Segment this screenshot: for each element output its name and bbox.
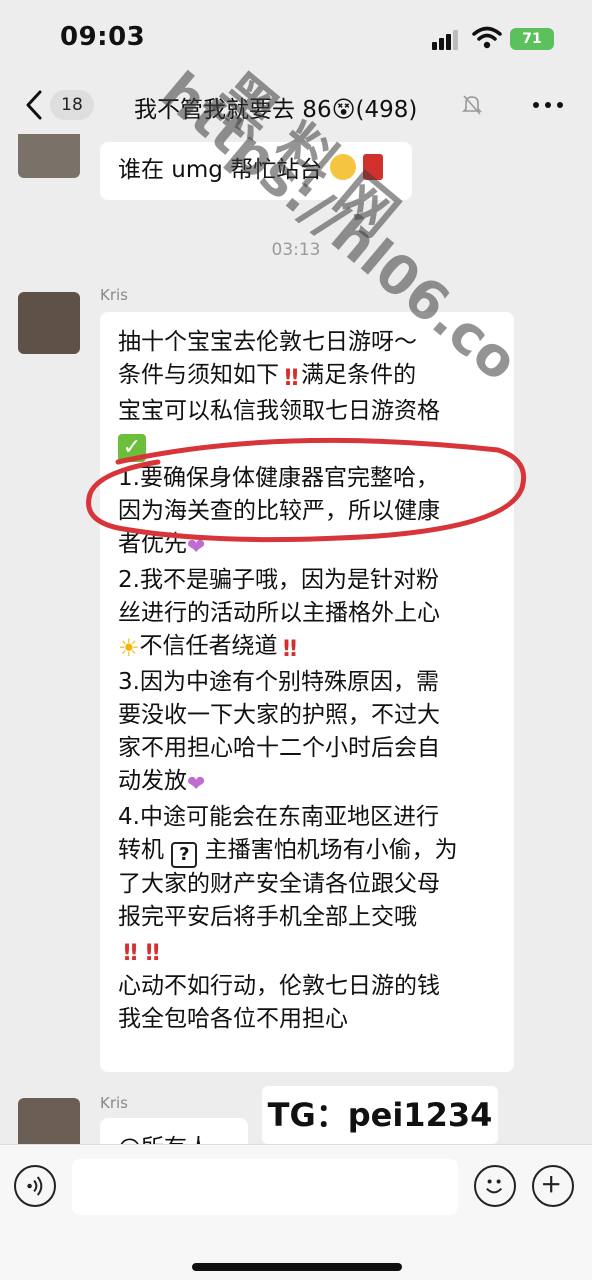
double-exclamation-icon: !!	[281, 637, 299, 662]
avatar[interactable]	[18, 134, 80, 178]
message-line: ☀不信任者绕道!!	[118, 630, 496, 666]
chat-message-list[interactable]: 谁在 umg 帮忙站台 03:13 Kris 抽十个宝宝去伦敦七日游呀～ 条件与…	[0, 134, 592, 1144]
message-line: 动发放❤	[118, 765, 496, 801]
message-line: 家不用担心哈十二个小时后会自	[118, 735, 440, 761]
sender-name: Kris	[100, 1094, 128, 1112]
avatar[interactable]	[18, 1098, 80, 1144]
message-line: 抽十个宝宝去伦敦七日游呀～	[118, 329, 417, 355]
message-line: 4.中途可能会在东南亚地区进行	[118, 804, 439, 830]
message-bubble[interactable]: 谁在 umg 帮忙站台	[100, 142, 412, 200]
message-text: @所有人	[118, 1132, 230, 1144]
message-line: 我全包哈各位不用担心	[118, 1006, 348, 1032]
battery-indicator: 71	[510, 28, 554, 50]
message-bubble[interactable]: 抽十个宝宝去伦敦七日游呀～ 条件与须知如下!! 满足条件的 宝宝可以私信我领取七日…	[100, 312, 514, 1072]
more-dots-icon[interactable]	[533, 100, 563, 110]
sender-name: Kris	[100, 286, 128, 304]
message-line: 2.我不是骗子哦，因为是针对粉	[118, 567, 439, 593]
message-line: 报完平安后将手机全部上交哦	[118, 904, 417, 930]
status-time: 09:03	[60, 22, 146, 52]
smiley-icon[interactable]	[474, 1165, 516, 1207]
message-line: 丝进行的活动所以主播格外上心	[118, 600, 440, 626]
chat-title: 我不管我就要去 86😵(498)	[134, 97, 418, 123]
bell-slash-icon	[462, 95, 482, 115]
hearts-icon: ❤	[187, 772, 206, 797]
message-line: 了大家的财产安全请各位跟父母	[118, 871, 440, 897]
message-line: !!!!	[118, 934, 496, 970]
message-line: 因为海关查的比较严，所以健康	[118, 498, 440, 524]
chevron-left-icon[interactable]	[20, 88, 50, 122]
status-bar: 09:03 71	[0, 0, 592, 78]
message-text: 谁在 umg 帮忙站台	[118, 154, 394, 187]
check-mark-icon: ✓	[118, 434, 146, 462]
message-input[interactable]	[72, 1159, 458, 1215]
voice-icon[interactable]	[14, 1165, 56, 1207]
message-line: 要没收一下大家的护照，不过大	[118, 702, 440, 728]
message-line: 1.要确保身体健康器官完整哈，	[118, 465, 439, 491]
question-box-icon: ?	[171, 842, 198, 868]
plus-circle-icon[interactable]	[532, 1165, 574, 1207]
double-exclamation-icon: !!	[283, 366, 300, 391]
message-line: 心动不如行动，伦敦七日游的钱	[118, 973, 440, 999]
chat-header: 18 我不管我就要去 86😵(498)	[0, 78, 592, 134]
avatar[interactable]	[18, 292, 80, 354]
message-line: 者优先❤	[118, 528, 496, 564]
signal-icon	[432, 30, 462, 50]
message-line: 转机 ? 主播害怕机场有小偷，为	[118, 834, 496, 868]
wifi-icon	[472, 26, 502, 49]
message-timestamp: 03:13	[271, 240, 321, 260]
double-exclamation-icon: !!	[122, 941, 139, 966]
message-line: ✓	[118, 428, 496, 462]
heart-icon: ❤	[187, 535, 206, 560]
message-line: 宝宝可以私信我领取七日游资格	[118, 398, 440, 424]
message-bubble[interactable]: @所有人	[100, 1118, 248, 1144]
unread-count-badge[interactable]: 18	[50, 90, 94, 120]
red-envelope-icon	[362, 154, 383, 180]
tg-contact-label: TG：pei1234	[262, 1086, 498, 1144]
home-indicator	[192, 1263, 402, 1271]
emoji-face-icon	[329, 154, 356, 180]
sun-icon: ☀	[118, 634, 140, 662]
double-exclamation-icon: !!	[144, 941, 161, 966]
message-line: 3.因为中途有个别特殊原因，需	[118, 669, 439, 695]
message-line: 条件与须知如下!! 满足条件的	[118, 359, 496, 395]
message-input-bar	[0, 1144, 592, 1280]
